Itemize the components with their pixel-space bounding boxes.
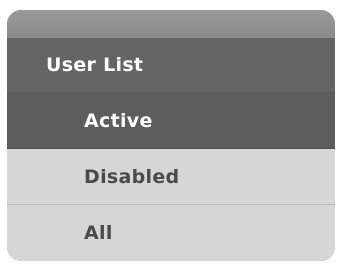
menu-title: User List xyxy=(7,38,335,93)
menu-item-disabled[interactable]: Disabled xyxy=(7,149,335,205)
user-list-panel: User List Active Disabled All xyxy=(7,10,335,261)
menu-title-label: User List xyxy=(46,54,144,76)
menu-item-all[interactable]: All xyxy=(7,205,335,261)
menu-item-active-label: Active xyxy=(84,109,153,132)
menu-item-all-label: All xyxy=(84,222,113,244)
user-list-menu: User List Active Disabled All xyxy=(7,38,335,261)
menu-item-active[interactable]: Active xyxy=(7,93,335,149)
panel-top-strip xyxy=(7,10,335,38)
menu-item-disabled-label: Disabled xyxy=(84,165,180,188)
